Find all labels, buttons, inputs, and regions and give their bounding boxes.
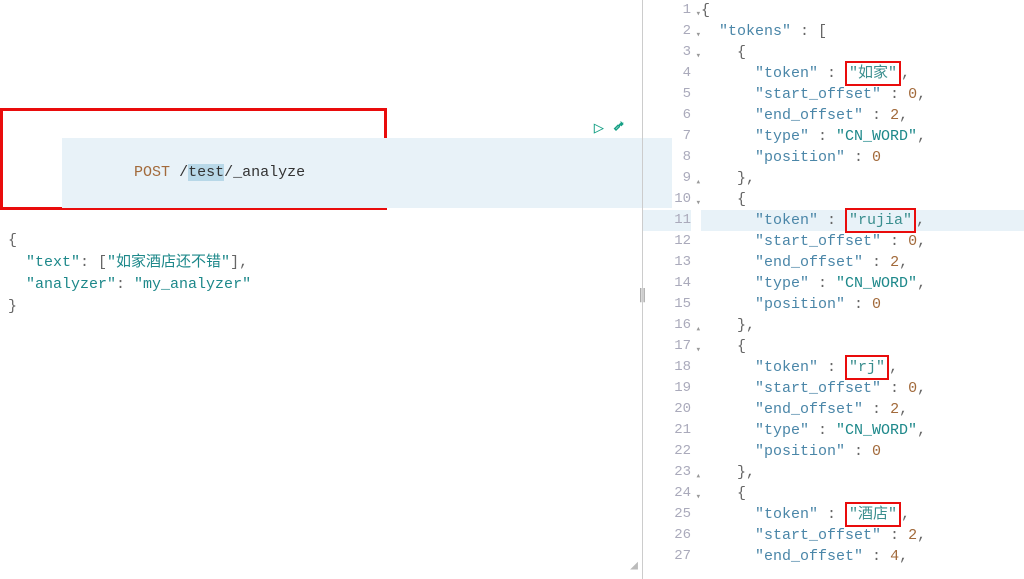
- http-method: POST: [134, 164, 170, 181]
- highlight-token-2: "rujia": [845, 208, 916, 233]
- wrench-icon[interactable]: [612, 118, 628, 140]
- line-gutter: 1▾ 2▾ 3▾ 4 5 6 7 8 9▴ 10▾ 11 12 13 14 15…: [643, 0, 701, 579]
- response-panel: 1▾ 2▾ 3▾ 4 5 6 7 8 9▴ 10▾ 11 12 13 14 15…: [643, 0, 1024, 579]
- highlight-token-4: "酒店": [845, 502, 901, 527]
- run-icon[interactable]: ▷: [594, 118, 604, 140]
- resize-grip-icon[interactable]: ◢: [630, 558, 638, 573]
- request-actions: ▷: [594, 118, 628, 140]
- path-selection[interactable]: test: [188, 164, 224, 181]
- request-editor-panel[interactable]: POST /test/_analyze { "text": ["如家酒店还不错"…: [0, 0, 642, 579]
- highlight-token-3: "rj": [845, 355, 889, 380]
- request-code[interactable]: POST /test/_analyze { "text": ["如家酒店还不错"…: [8, 116, 634, 318]
- highlight-token-1: "如家": [845, 61, 901, 86]
- response-code[interactable]: { "tokens" : [ { "token" : "如家", "start_…: [701, 0, 1024, 579]
